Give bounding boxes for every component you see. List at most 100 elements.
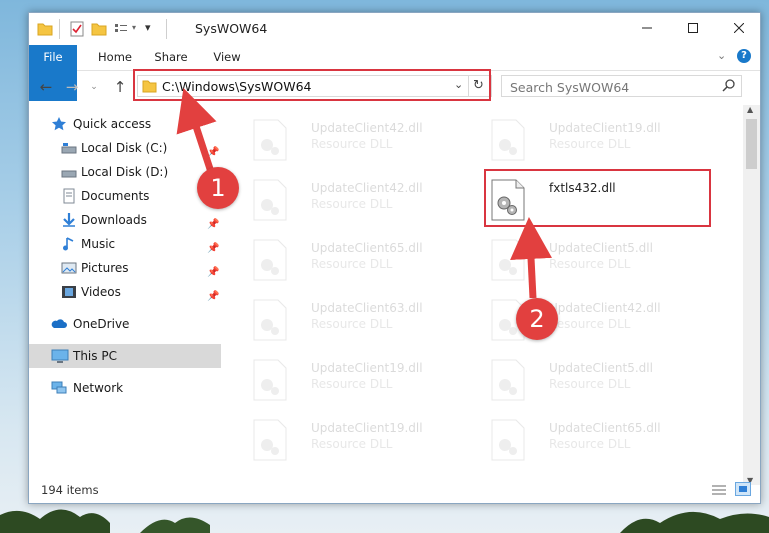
nav-label: Pictures [81,261,129,275]
file-name: UpdateClient42.dll [311,181,423,195]
file-item[interactable]: UpdateClient42.dll Resource DLL [245,115,470,171]
dll-file-icon [253,119,287,161]
file-type: Resource DLL [311,377,393,391]
recent-locations-icon[interactable]: ⌄ [83,76,105,98]
nav-label: OneDrive [73,317,130,331]
file-highlight [484,169,711,227]
dll-file-icon [491,119,525,161]
file-type: Resource DLL [311,137,393,151]
computer-icon [51,348,69,364]
file-item[interactable]: UpdateClient63.dll Resource DLL [245,295,470,351]
title-bar: ▾ ▾ SysWOW64 [29,13,760,45]
folder-icon [37,21,53,37]
divider [166,19,167,39]
drive-icon [61,164,77,180]
divider [59,19,60,39]
nav-pictures[interactable]: Pictures 📌 [61,257,253,279]
nav-music[interactable]: Music 📌 [61,233,253,255]
file-type: Resource DLL [549,377,631,391]
nav-label: Quick access [73,117,152,131]
search-input[interactable] [508,78,712,96]
customize-qat-icon[interactable]: ▾ [145,21,161,37]
file-type: Resource DLL [311,317,393,331]
dll-file-icon [253,179,287,221]
dll-file-icon [491,239,525,281]
file-item[interactable]: UpdateClient19.dll Resource DLL [245,355,470,411]
help-icon[interactable]: ? [737,49,751,63]
search-icon[interactable] [722,78,736,95]
videos-icon [61,284,77,300]
dll-file-icon [253,239,287,281]
nav-local-disk-c[interactable]: Local Disk (C:) 📌 [61,137,253,159]
nav-label: Network [73,381,124,395]
file-name: UpdateClient65.dll [549,421,661,435]
downloads-icon [61,212,77,228]
file-item[interactable]: UpdateClient42.dll Resource DLL [245,175,470,231]
search-box[interactable] [501,75,742,97]
step-badge-1: 1 [197,167,239,209]
tab-view[interactable]: View [203,45,251,69]
view-options-icon[interactable] [113,21,129,37]
nav-label: Downloads [81,213,147,227]
item-count: 194 items [41,483,99,497]
file-name: UpdateClient63.dll [311,301,423,315]
pictures-icon [61,260,77,276]
large-icons-view-icon[interactable] [735,482,751,496]
nav-label: Documents [81,189,150,203]
file-type: Resource DLL [311,197,393,211]
close-button[interactable] [716,13,762,43]
pin-icon[interactable]: 📌 [207,286,219,308]
drive-icon [61,140,77,156]
tab-home[interactable]: Home [89,45,141,69]
minimize-button[interactable] [624,13,670,43]
expand-ribbon-icon[interactable]: ⌄ [717,49,726,62]
file-name: UpdateClient42.dll [549,301,661,315]
file-type: Resource DLL [549,137,631,151]
vertical-scrollbar[interactable]: ▲ ▼ [743,105,760,485]
dll-file-icon [253,359,287,401]
file-item[interactable]: UpdateClient65.dll Resource DLL [245,235,470,291]
nav-label: Music [81,237,116,251]
file-name: UpdateClient42.dll [311,121,423,135]
file-item[interactable]: UpdateClient65.dll Resource DLL [483,415,708,471]
file-type: Resource DLL [549,437,631,451]
file-item[interactable]: UpdateClient5.dll Resource DLL [483,235,708,291]
file-item[interactable]: UpdateClient19.dll Resource DLL [483,115,708,171]
dll-file-icon [253,419,287,461]
cloud-icon [51,316,67,332]
file-item[interactable]: UpdateClient19.dll Resource DLL [245,415,470,471]
details-view-icon[interactable] [711,483,727,500]
dll-file-icon [253,299,287,341]
scroll-up-icon[interactable]: ▲ [747,105,753,114]
file-type: Resource DLL [549,317,631,331]
window-title: SysWOW64 [195,21,268,36]
file-name: UpdateClient19.dll [549,121,661,135]
network-icon [51,380,67,396]
dll-file-icon [491,359,525,401]
ribbon-tabs: File Home Share View ⌄ ? [29,45,760,101]
forward-button[interactable]: → [61,76,83,98]
tab-share[interactable]: Share [145,45,197,69]
dll-file-icon [491,419,525,461]
file-list: UpdateClient42.dll Resource DLL UpdateCl… [229,105,734,475]
file-item[interactable]: UpdateClient5.dll Resource DLL [483,355,708,411]
back-button[interactable]: ← [35,76,57,98]
nav-videos[interactable]: Videos 📌 [61,281,253,303]
file-type: Resource DLL [549,257,631,271]
nav-label: This PC [73,349,117,363]
scroll-thumb[interactable] [746,119,757,169]
properties-icon[interactable] [69,21,85,37]
address-bar-highlight [133,69,491,101]
file-name: UpdateClient5.dll [549,241,653,255]
maximize-button[interactable] [670,13,716,43]
nav-downloads[interactable]: Downloads 📌 [61,209,253,231]
file-name: UpdateClient65.dll [311,241,423,255]
up-button[interactable]: ↑ [109,76,131,98]
new-folder-icon[interactable] [91,21,107,37]
step-badge-2: 2 [516,298,558,340]
file-name: UpdateClient19.dll [311,421,423,435]
documents-icon [61,188,77,204]
file-type: Resource DLL [311,257,393,271]
navigation-pane: Quick access Local Disk (C:) 📌 Local Dis… [29,105,221,475]
star-icon [51,116,67,132]
